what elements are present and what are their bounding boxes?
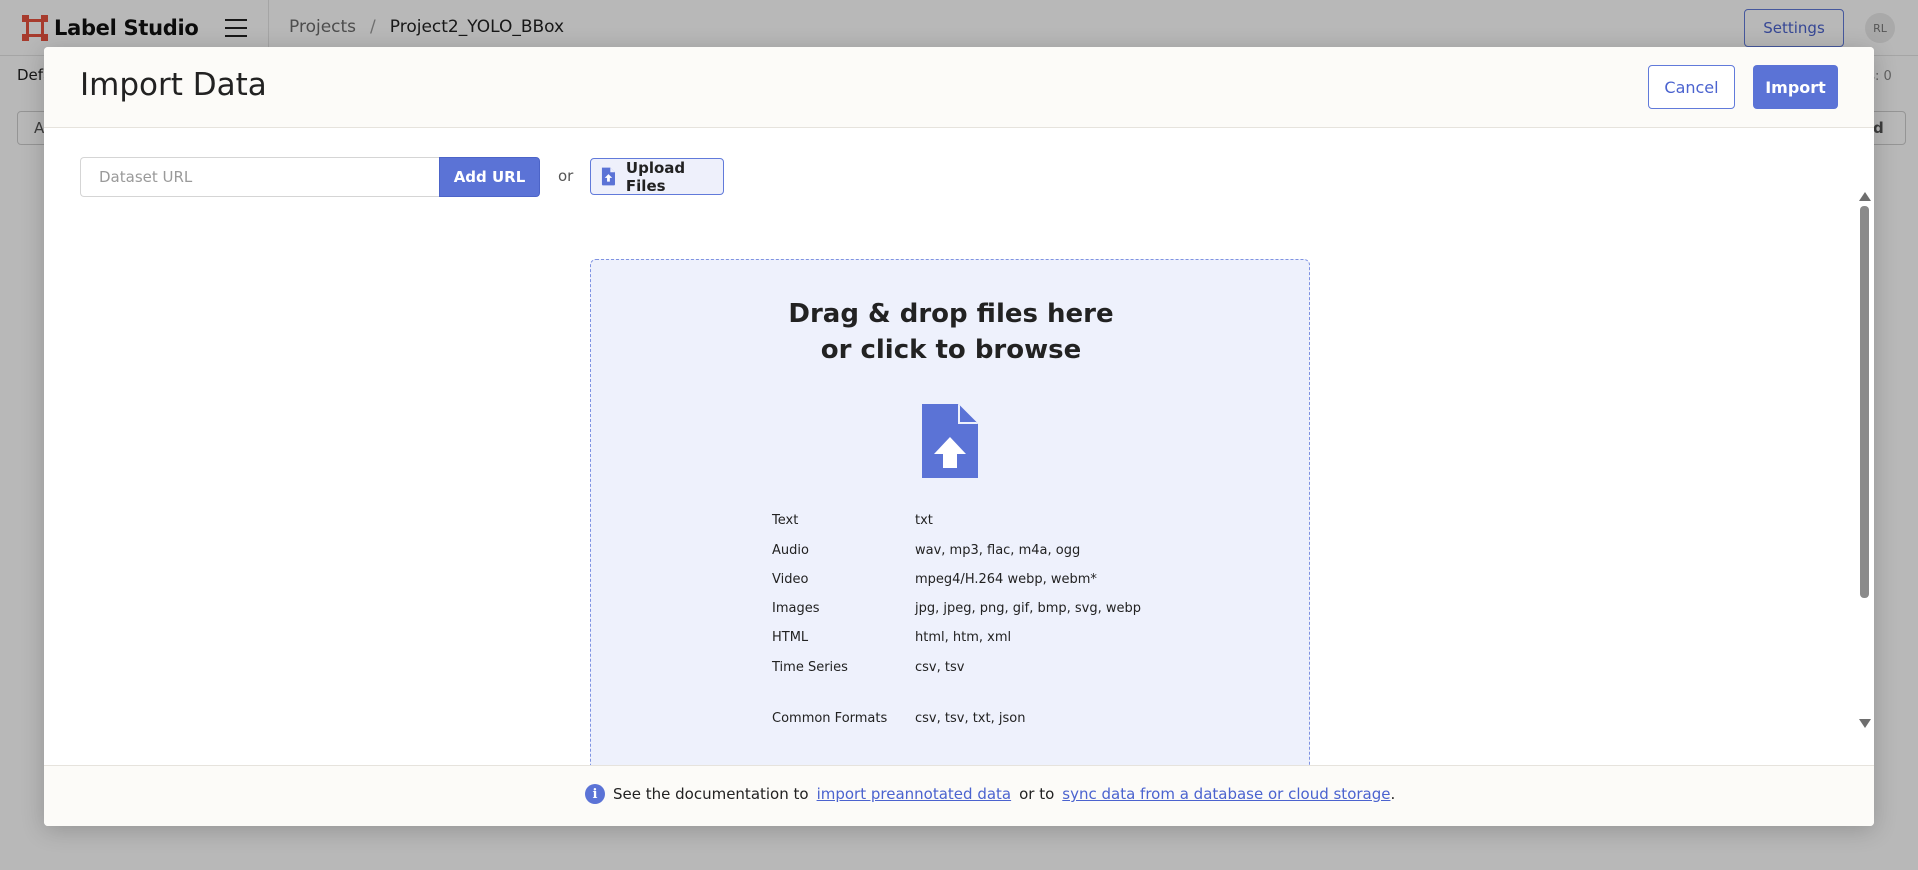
footer-text-end: . (1390, 785, 1396, 803)
modal-scrollbar[interactable] (1857, 192, 1871, 736)
format-type: Video (772, 572, 809, 587)
import-data-modal: Import Data Cancel Import Add URL or Upl… (44, 47, 1874, 826)
upload-files-button[interactable]: Upload Files (590, 158, 724, 195)
format-extensions: txt (915, 513, 933, 528)
format-type: Audio (772, 543, 809, 558)
add-url-button[interactable]: Add URL (439, 157, 540, 197)
or-separator-text: or (558, 167, 574, 185)
scroll-down-arrow-icon[interactable] (1859, 719, 1871, 728)
format-type: HTML (772, 630, 809, 645)
footer-text-mid: or to (1019, 785, 1055, 803)
dropzone-title: Drag & drop files here or click to brows… (591, 296, 1311, 368)
dropzone-title-line2: or click to browse (820, 335, 1082, 365)
footer-text-before: See the documentation to (613, 785, 809, 803)
file-upload-icon (922, 404, 978, 478)
documentation-note: i See the documentation to import preann… (585, 784, 1395, 804)
file-upload-icon (601, 167, 615, 186)
format-type: Time Series (772, 660, 848, 675)
modal-header: Import Data Cancel Import (44, 47, 1874, 128)
format-extensions: csv, tsv (915, 660, 965, 675)
upload-files-label: Upload Files (625, 158, 686, 195)
dataset-url-input[interactable] (80, 157, 440, 197)
format-extensions: html, htm, xml (915, 630, 1012, 645)
format-extensions: wav, mp3, flac, m4a, ogg (915, 543, 1081, 558)
import-button[interactable]: Import (1753, 65, 1838, 109)
format-type: Images (772, 601, 820, 616)
modal-footer: i See the documentation to import preann… (44, 765, 1874, 826)
format-type: Text (772, 513, 799, 528)
sync-data-storage-link[interactable]: sync data from a database or cloud stora… (1062, 785, 1390, 803)
info-icon: i (585, 784, 605, 804)
format-extensions: csv, tsv, txt, json (915, 711, 1026, 726)
dropzone-title-line1: Drag & drop files here (788, 299, 1114, 329)
scroll-up-arrow-icon[interactable] (1859, 192, 1871, 201)
import-preannotated-data-link[interactable]: import preannotated data (817, 785, 1012, 803)
format-extensions: jpg, jpeg, png, gif, bmp, svg, webp (915, 601, 1142, 616)
scrollbar-thumb[interactable] (1860, 206, 1869, 598)
format-type: Common Formats (772, 711, 888, 726)
cancel-button[interactable]: Cancel (1648, 65, 1735, 109)
modal-title: Import Data (80, 67, 267, 103)
file-dropzone[interactable]: Drag & drop files here or click to brows… (590, 259, 1310, 826)
format-extensions: mpeg4/H.264 webp, webm* (915, 572, 1097, 587)
